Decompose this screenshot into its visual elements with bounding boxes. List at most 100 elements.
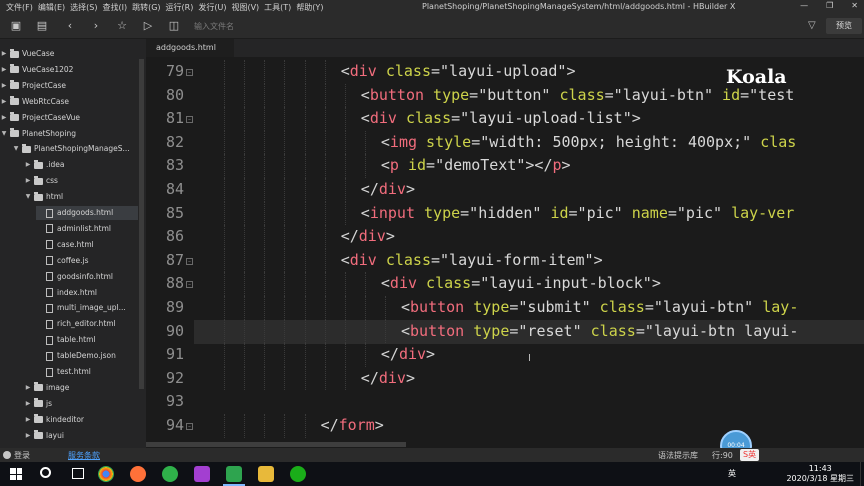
code-token: class (376, 62, 431, 80)
open-file-icon[interactable]: ◫ (168, 20, 180, 32)
terms-link[interactable]: 服务条款 (68, 450, 100, 461)
indent-guide (284, 83, 286, 108)
tree-folder[interactable]: ▶ .idea (24, 158, 138, 172)
forward-icon[interactable]: › (90, 20, 102, 32)
menu-item[interactable]: 选择(S) (70, 2, 97, 13)
360-browser-icon[interactable] (162, 466, 178, 482)
wechat-icon[interactable] (290, 466, 306, 482)
minimize-button[interactable]: — (800, 1, 808, 10)
fold-toggle-icon[interactable]: – (186, 257, 193, 265)
tree-folder[interactable]: ▶ VueCase1202 (0, 63, 138, 77)
line-number: 90 (165, 321, 184, 340)
tree-file[interactable]: index.html (36, 286, 138, 300)
file-search-input[interactable]: 输入文件名 (188, 20, 328, 34)
code-token: div (349, 62, 377, 80)
firefox-icon[interactable] (130, 466, 146, 482)
tree-folder[interactable]: ▶ kindeditor (24, 413, 138, 427)
tree-folder[interactable]: ▶ ProjectCase (0, 79, 138, 93)
tree-folder[interactable]: ▶ layui (24, 429, 138, 443)
tree-folder[interactable]: ▼ PlanetShoping (0, 127, 138, 141)
fold-toggle-icon[interactable]: – (186, 116, 193, 124)
tree-folder[interactable]: ▶ css (24, 174, 138, 188)
tree-file[interactable]: tableDemo.json (36, 349, 138, 363)
chevron-down-icon[interactable]: ▼ (12, 142, 20, 156)
tab-addgoods[interactable]: addgoods.html (146, 39, 234, 57)
fold-toggle-icon[interactable]: – (186, 69, 193, 76)
code-line: </div> (361, 178, 415, 202)
close-button[interactable]: ✕ (851, 1, 858, 10)
tree-file[interactable]: table.html (36, 333, 138, 347)
scrollbar-thumb[interactable] (146, 442, 406, 447)
horizontal-scrollbar[interactable] (146, 440, 864, 448)
chevron-right-icon[interactable]: ▶ (24, 381, 32, 395)
code-token: = (644, 298, 654, 316)
back-icon[interactable]: ‹ (64, 20, 76, 32)
tree-file[interactable]: case.html (36, 238, 138, 252)
menu-item[interactable]: 发行(U) (198, 2, 226, 13)
run-icon[interactable]: ▷ (142, 20, 154, 32)
tree-item-label: layui (46, 430, 64, 440)
tree-file[interactable]: multi_image_upl... (36, 301, 138, 315)
tree-folder[interactable]: ▼ html (24, 190, 138, 204)
clock[interactable]: 11:43 2020/3/18 星期三 (786, 464, 854, 484)
menu-item[interactable]: 查找(I) (102, 2, 127, 13)
chevron-right-icon[interactable]: ▶ (0, 47, 8, 61)
chevron-down-icon[interactable]: ▼ (0, 127, 8, 141)
task-view-icon[interactable] (72, 468, 84, 479)
tray-lang[interactable]: 英 (728, 468, 736, 479)
maximize-button[interactable]: ❐ (826, 1, 833, 10)
indent-guide (224, 319, 226, 344)
tree-folder[interactable]: ▶ image (24, 381, 138, 395)
tree-folder[interactable]: ▶ js (24, 397, 138, 411)
search-icon[interactable] (40, 467, 51, 478)
tree-file[interactable]: test.html (36, 365, 138, 379)
chevron-right-icon[interactable]: ▶ (0, 63, 8, 77)
preview-button[interactable]: 预览 (826, 18, 862, 34)
tree-file[interactable]: adminlist.html (36, 222, 138, 236)
menu-item[interactable]: 工具(T) (264, 2, 291, 13)
tree-folder[interactable]: ▼ PlanetShopingManageS... (12, 142, 138, 156)
explorer-icon[interactable] (258, 466, 274, 482)
syntax-hint-label[interactable]: 语法提示库 (658, 450, 698, 461)
fold-toggle-icon[interactable]: – (186, 423, 193, 430)
chevron-right-icon[interactable]: ▶ (24, 158, 32, 172)
tree-file[interactable]: addgoods.html (36, 206, 138, 220)
chevron-right-icon[interactable]: ▶ (24, 413, 32, 427)
code-line: </form> (321, 414, 384, 438)
chevron-right-icon[interactable]: ▶ (0, 111, 8, 125)
tree-file[interactable]: coffee.js (36, 254, 138, 268)
tree-file[interactable]: rich_editor.html (36, 317, 138, 331)
login-link[interactable]: 登录 (14, 450, 30, 461)
tree-folder[interactable]: ▶ WebRtcCase (0, 95, 138, 109)
filter-icon[interactable]: ▽ (808, 20, 816, 31)
menu-item[interactable]: 编辑(E) (38, 2, 65, 13)
tree-folder[interactable]: ▶ ProjectCaseVue (0, 111, 138, 125)
chevron-right-icon[interactable]: ▶ (24, 174, 32, 188)
menu-item[interactable]: 运行(R) (166, 2, 194, 13)
tree-folder[interactable]: ▶ VueCase (0, 47, 138, 61)
chevron-down-icon[interactable]: ▼ (24, 190, 32, 204)
menu-item[interactable]: 文件(F) (6, 2, 33, 13)
chevron-right-icon[interactable]: ▶ (0, 95, 8, 109)
tree-file[interactable]: goodsinfo.html (36, 270, 138, 284)
menu-item[interactable]: 帮助(Y) (296, 2, 323, 13)
code-editor[interactable]: 79–80 81–82 83 84 85 86 87–88–89 90 91 92 93 94– Ko… (146, 57, 864, 440)
chevron-right-icon[interactable]: ▶ (24, 429, 32, 443)
new-file-icon[interactable]: ▣ (10, 20, 22, 32)
line-number: 82 (165, 132, 184, 151)
chevron-right-icon[interactable]: ▶ (24, 397, 32, 411)
menu-item[interactable]: 视图(V) (231, 2, 259, 13)
chevron-right-icon[interactable]: ▶ (0, 79, 8, 93)
window-controls: — ❐ ✕ (800, 1, 858, 10)
phpstorm-icon[interactable] (194, 466, 210, 482)
fold-toggle-icon[interactable]: – (186, 281, 193, 289)
start-button[interactable] (10, 468, 22, 480)
hbuilder-icon[interactable] (226, 466, 242, 482)
menu-item[interactable]: 跳转(G) (132, 2, 160, 13)
save-icon[interactable]: ▤ (36, 20, 48, 32)
sidebar-scrollbar[interactable] (139, 59, 144, 389)
show-desktop-button[interactable] (860, 462, 864, 486)
chrome-icon[interactable] (98, 466, 114, 482)
ime-indicator[interactable]: S英 (740, 449, 760, 461)
star-icon[interactable]: ☆ (116, 20, 128, 32)
